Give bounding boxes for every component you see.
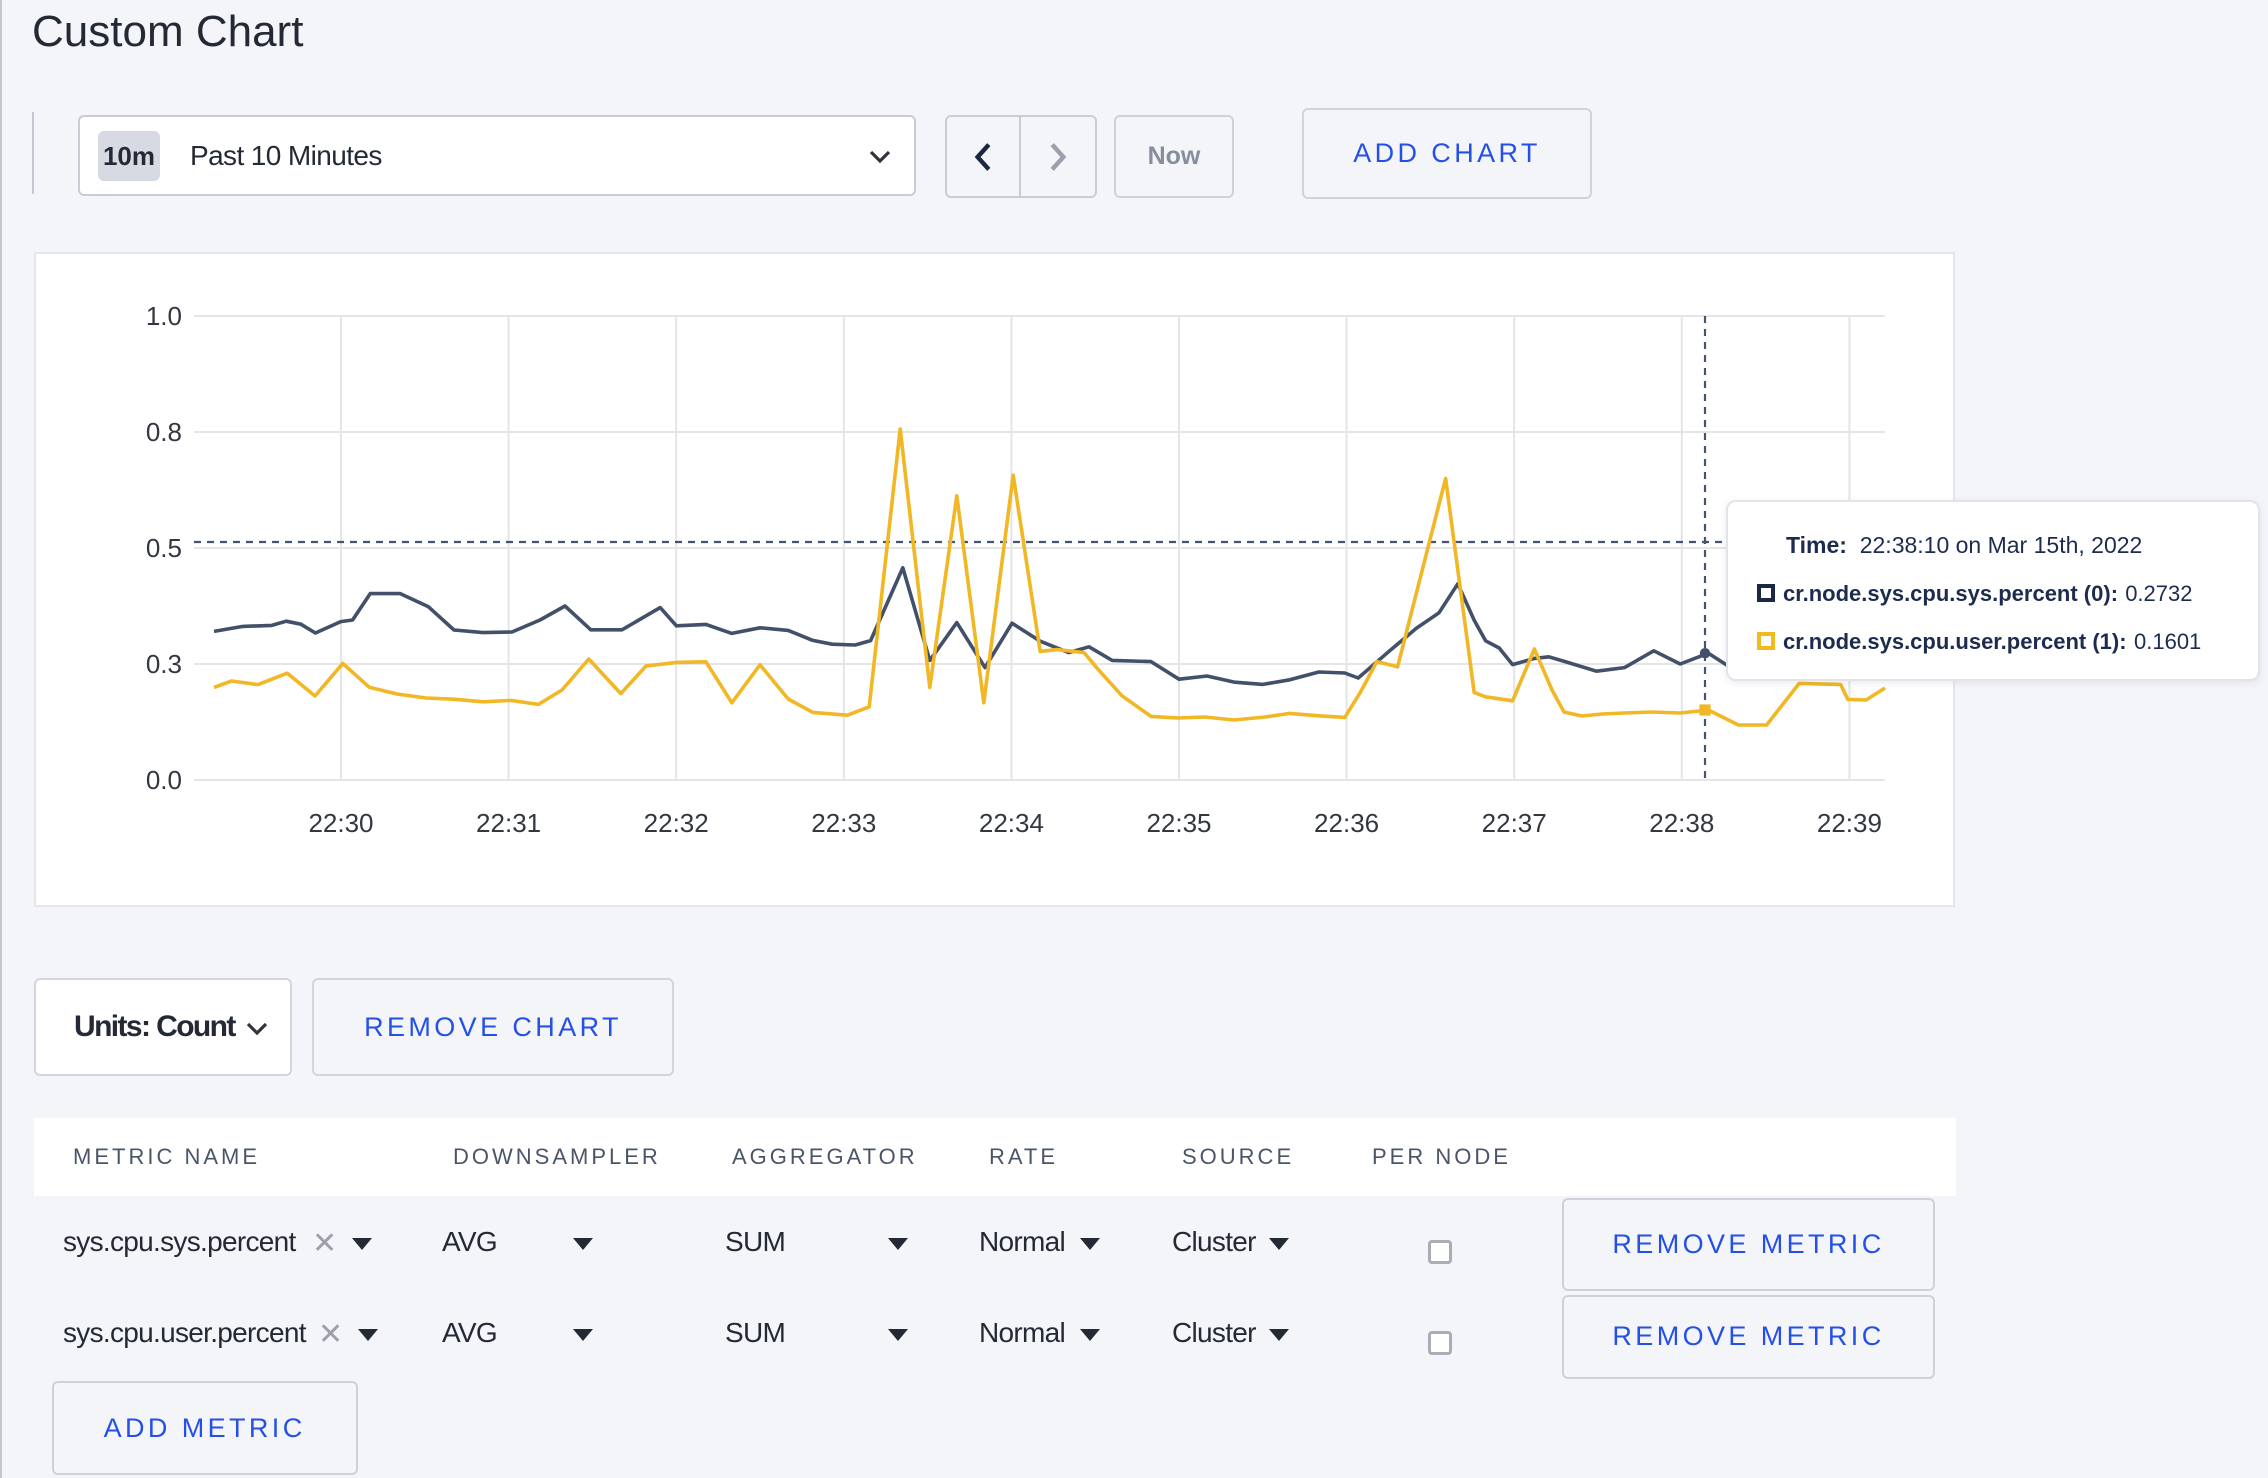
svg-text:22:39: 22:39 bbox=[1817, 808, 1882, 838]
svg-text:22:37: 22:37 bbox=[1482, 808, 1547, 838]
svg-text:0.0: 0.0 bbox=[146, 765, 182, 795]
svg-text:0.3: 0.3 bbox=[146, 649, 182, 679]
svg-text:22:32: 22:32 bbox=[644, 808, 709, 838]
svg-text:0.8: 0.8 bbox=[146, 417, 182, 447]
svg-text:22:33: 22:33 bbox=[811, 808, 876, 838]
svg-text:22:38: 22:38 bbox=[1649, 808, 1714, 838]
svg-text:22:30: 22:30 bbox=[308, 808, 373, 838]
svg-text:1.0: 1.0 bbox=[146, 301, 182, 331]
svg-text:22:34: 22:34 bbox=[979, 808, 1044, 838]
svg-text:22:31: 22:31 bbox=[476, 808, 541, 838]
svg-text:0.5: 0.5 bbox=[146, 533, 182, 563]
svg-text:22:35: 22:35 bbox=[1146, 808, 1211, 838]
svg-text:22:36: 22:36 bbox=[1314, 808, 1379, 838]
